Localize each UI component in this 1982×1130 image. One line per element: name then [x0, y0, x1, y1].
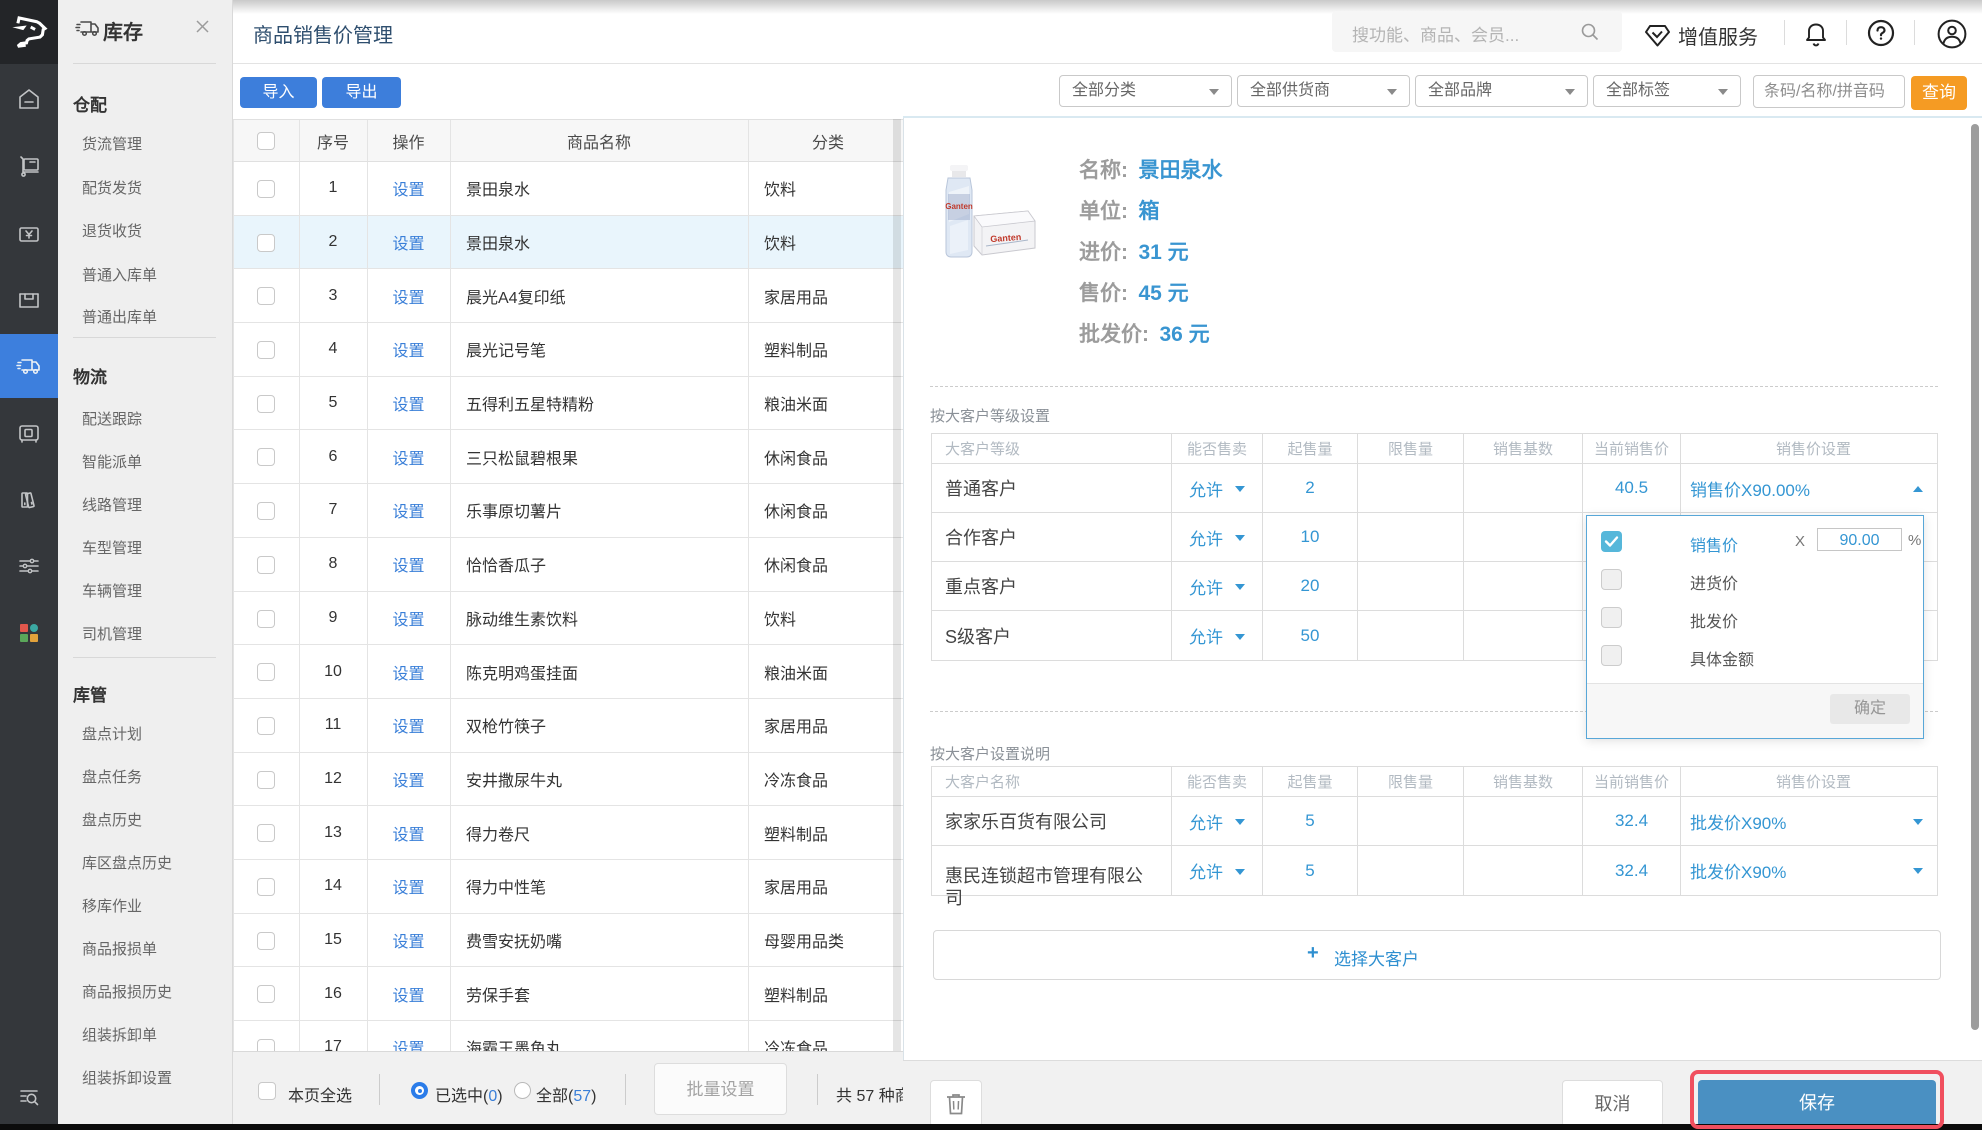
svg-text:Ganten: Ganten: [945, 202, 973, 211]
